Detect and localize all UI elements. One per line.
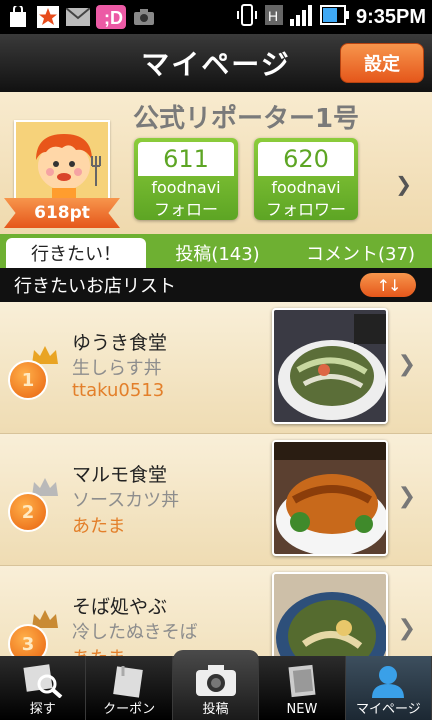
reporter-name[interactable]: あたま xyxy=(72,512,125,538)
shop-name: そば処やぶ xyxy=(72,596,168,618)
chevron-right-icon[interactable]: ❯ xyxy=(395,172,412,196)
rank-number: 2 xyxy=(8,492,48,532)
food-photo xyxy=(272,440,388,556)
bottom-nav: 探す クーポン 投稿 NEW マイページ xyxy=(0,650,432,720)
rank-number: 1 xyxy=(8,360,48,400)
shop-list: 1 ゆうき食堂 生しらす丼 ttaku0513 ❯ 2 マルモ食堂 ソースカツ丼… xyxy=(0,302,432,656)
tab-want-to-go[interactable]: 行きたい！ xyxy=(6,238,146,268)
camera-icon xyxy=(195,665,236,696)
svg-text:H: H xyxy=(268,8,278,24)
person-icon xyxy=(372,666,405,698)
nav-coupon[interactable]: クーポン xyxy=(86,656,173,720)
signal-icon xyxy=(289,4,314,30)
followers-count: 620 xyxy=(258,142,354,176)
rank-number: 3 xyxy=(8,624,48,656)
nav-label: クーポン xyxy=(103,702,156,717)
search-icon xyxy=(23,664,63,698)
mail-icon xyxy=(66,5,90,29)
nav-new[interactable]: NEW xyxy=(259,656,346,720)
list-item[interactable]: 1 ゆうき食堂 生しらす丼 ttaku0513 ❯ xyxy=(0,302,432,434)
rank-badge: 3 xyxy=(8,610,58,656)
followers-label-line2: フォロワー xyxy=(265,200,346,219)
vibrate-icon xyxy=(236,3,258,31)
rank-badge: 2 xyxy=(8,478,58,532)
status-bar: ;D H 9:35PM xyxy=(0,0,432,34)
nav-search[interactable]: 探す xyxy=(0,656,87,720)
food-photo xyxy=(272,308,388,424)
sort-button[interactable]: ↑↓ xyxy=(360,273,416,297)
nav-mypage[interactable]: マイページ xyxy=(345,656,432,720)
chevron-right-icon: ❯ xyxy=(397,616,416,641)
following-label-line1: foodnavi xyxy=(151,178,221,197)
list-item[interactable]: 3 そば処やぶ 冷したぬきそば あたま ❯ xyxy=(0,566,432,656)
food-photo xyxy=(272,572,388,656)
reporter-name[interactable]: あたま xyxy=(72,644,125,656)
list-title: 行きたいお店リスト xyxy=(14,276,176,297)
coupon-icon xyxy=(113,666,143,698)
list-item[interactable]: 2 マルモ食堂 ソースカツ丼 あたま ❯ xyxy=(0,434,432,566)
rank-badge: 1 xyxy=(8,346,58,400)
title-bar: マイページ 設定 xyxy=(0,34,432,92)
chevron-right-icon: ❯ xyxy=(397,352,416,377)
profile-section: 公式リポーター1号 618pt 611 foodnavi フォロー 620 fo… xyxy=(0,92,432,234)
nav-label: 投稿 xyxy=(202,702,229,717)
new-icon xyxy=(288,664,316,698)
shopping-bag-icon xyxy=(6,5,30,29)
reporter-name[interactable]: ttaku0513 xyxy=(72,380,164,401)
following-button[interactable]: 611 foodnavi フォロー xyxy=(134,138,238,220)
network-h-icon: H xyxy=(264,3,284,31)
tab-posts[interactable]: 投稿(143) xyxy=(146,238,289,268)
page-title: マイページ xyxy=(141,48,291,81)
nav-label: 探す xyxy=(29,702,56,717)
following-label-line2: フォロー xyxy=(153,200,218,219)
nav-label: NEW xyxy=(286,702,318,717)
points-badge: 618pt xyxy=(4,198,120,228)
shop-name: マルモ食堂 xyxy=(72,464,168,486)
dish-name: ソースカツ丼 xyxy=(72,490,180,511)
tab-comments[interactable]: コメント(37) xyxy=(289,238,432,268)
nav-post[interactable]: 投稿 xyxy=(172,650,260,720)
nav-label: マイページ xyxy=(355,702,421,717)
chevron-right-icon: ❯ xyxy=(397,484,416,509)
d-app-icon: ;D xyxy=(96,5,126,29)
avatar[interactable] xyxy=(14,120,110,200)
settings-button[interactable]: 設定 xyxy=(340,43,424,83)
following-count: 611 xyxy=(138,142,234,176)
list-header: 行きたいお店リスト ↑↓ xyxy=(0,268,432,302)
camera-icon xyxy=(132,5,156,29)
dish-name: 冷したぬきそば xyxy=(72,622,198,643)
followers-label-line1: foodnavi xyxy=(271,178,341,197)
star-icon xyxy=(36,5,60,29)
dish-name: 生しらす丼 xyxy=(72,358,162,379)
clock: 9:35PM xyxy=(355,5,426,28)
svg-text:;D: ;D xyxy=(104,8,123,28)
tab-bar: 行きたい！ 投稿(143) コメント(37) xyxy=(0,234,432,268)
followers-button[interactable]: 620 foodnavi フォロワー xyxy=(254,138,358,220)
shop-name: ゆうき食堂 xyxy=(72,332,168,354)
battery-icon xyxy=(319,5,350,29)
